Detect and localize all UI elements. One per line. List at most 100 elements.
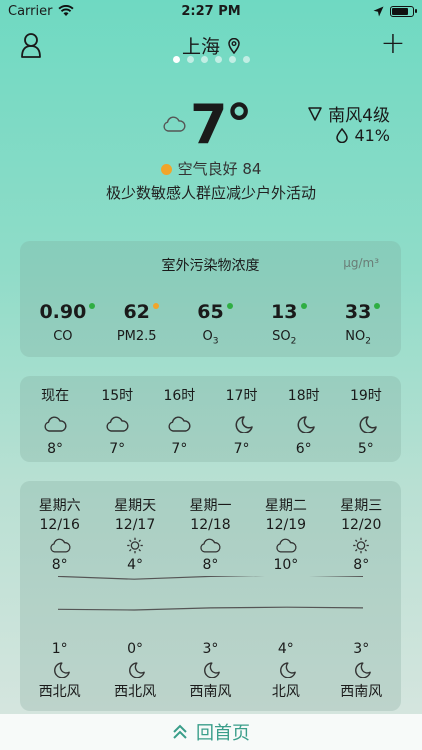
hourly-item: 16时 7° [150,385,208,457]
hourly-item: 19时 5° [337,385,395,457]
day-label: 星期一 [189,498,232,514]
daily-item: 星期六 12/16 8° [24,495,96,573]
pollutant-value-text: 0.90 [39,301,87,323]
pollutant-value-text: 62 [123,301,150,323]
day-date: 12/16 [39,517,80,533]
pollutant-subscript: 2 [365,336,371,347]
temperature-trend-chart [57,576,364,611]
health-advice: 极少数敏感人群应减少户外活动 [105,184,316,202]
humidity-info: 41% [336,126,390,145]
pollutant-item: 62 PM2.5 [104,301,170,347]
cloud-icon [163,116,186,132]
hour-label: 15时 [101,388,134,404]
wind-info: 南风4级 [308,101,390,126]
page-dot[interactable] [242,56,250,63]
hour-label: 18时 [287,388,320,404]
battery-fill [392,7,409,15]
moon-icon [355,661,372,678]
pollutant-item: 65 O3 [177,301,243,347]
hourly-item: 现在 8° [26,385,84,457]
daily-item: 星期二 12/19 10° [250,495,322,573]
pollutant-value: 0.90 [39,301,96,323]
add-city-button[interactable]: + [380,29,406,59]
pollutant-item: 33 NO2 [325,301,391,347]
day-high-temp: 10° [273,557,299,573]
page-dot[interactable] [200,56,208,63]
aqi-summary: 空气良好 84 [0,158,422,179]
hour-temp: 7° [233,441,250,457]
pollutant-value-text: 65 [197,301,224,323]
page-dot[interactable] [214,56,222,63]
pollutant-subscript: 2 [290,336,297,347]
hour-label: 19时 [349,388,382,404]
hourly-item: 15时 7° [88,385,146,457]
status-bar: Carrier 2:27 PM [0,0,422,22]
day-high-temp: 4° [127,557,144,573]
page-dot[interactable] [172,56,180,63]
hourly-item: 17时 7° [213,385,271,457]
moon-icon [53,661,70,678]
daily-night-item: 3° 西南风 [325,641,397,701]
cloud-icon [44,416,67,432]
night-wind: 西北风 [114,684,157,700]
pollutant-list: 0.90 CO 62 PM2.5 65 O3 13 SO2 33 NO2 [20,301,401,347]
cloud-icon [276,538,297,553]
hour-temp: 8° [47,441,64,457]
daily-night-item: 4° 北风 [250,641,322,701]
page-dot[interactable] [186,56,194,63]
water-drop-icon [336,128,349,143]
pollutant-level-dot [374,303,381,309]
aqi-text: 空气良好 84 [177,160,262,178]
night-low-temp: 3° [353,641,370,657]
pollution-card: 室外污染物浓度 μg/m³ 0.90 CO 62 PM2.5 65 O3 13 SO2 33 NO… [20,241,401,357]
pollutant-name: PM2.5 [104,329,170,347]
day-date: 12/17 [114,517,156,533]
daily-night-item: 1° 西北风 [24,641,96,701]
pollutant-value: 13 [271,301,307,323]
night-wind: 西南风 [189,684,232,700]
moon-icon [279,661,296,678]
battery-icon [390,5,417,17]
status-time: 2:27 PM [181,3,241,19]
low-temp-trend-line [57,606,364,611]
pollutant-value-text: 33 [344,301,372,323]
sun-icon [353,537,370,553]
cloud-icon [200,538,222,553]
day-date: 12/19 [265,517,307,533]
night-low-temp: 1° [51,641,68,657]
day-high-temp: 8° [202,557,219,573]
daily-item: 星期一 12/18 8° [174,495,246,573]
moon-icon [359,416,377,433]
pollutant-value: 62 [123,301,159,323]
hour-label: 17时 [225,388,258,404]
daily-night-list: 1° 西北风 0° 西北风 3° 西南风 4° 北风 3° 西南风 [20,641,401,701]
sun-icon [127,537,143,553]
pollutant-level-dot [226,303,233,309]
pollutant-value-text: 13 [271,301,298,323]
pollutant-name-text: O [202,329,213,344]
moon-icon [235,416,253,433]
city-selector[interactable]: 上海 [0,32,422,59]
daily-night-item: 3° 西南风 [174,641,246,701]
cloud-icon [168,416,191,432]
page-indicator[interactable] [0,56,422,63]
pollutant-item: 0.90 CO [30,301,96,347]
night-low-temp: 3° [202,641,219,657]
hour-label: 现在 [41,388,70,404]
night-low-temp: 4° [277,641,294,657]
page-dot[interactable] [228,56,236,63]
hourly-list: 现在 8° 15时 7° 16时 7° 17时 7° 18时 6° 19时 5° [20,385,401,457]
day-label: 星期六 [38,498,81,514]
pollutant-name: CO [30,329,96,347]
humidity-text: 41% [354,126,390,145]
hourly-forecast-card: 现在 8° 15时 7° 16时 7° 17时 7° 18时 6° 19时 5° [20,376,401,462]
pollutant-name: O3 [177,329,243,347]
day-high-temp: 8° [51,557,68,573]
location-pin-icon [228,37,240,54]
night-low-temp: 0° [127,641,144,657]
back-home-label: 回首页 [196,723,250,744]
daily-item: 星期三 12/20 8° [325,495,397,573]
hourly-item: 18时 6° [275,385,333,457]
back-home-button[interactable]: 回首页 [0,714,422,750]
pollutant-value: 65 [197,301,233,323]
